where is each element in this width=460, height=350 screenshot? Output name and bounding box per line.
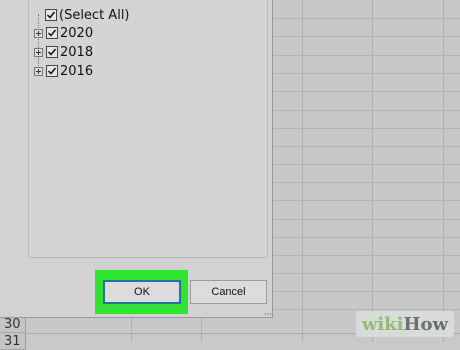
cancel-button[interactable]: Cancel bbox=[190, 280, 267, 304]
tree-item-label: (Select All) bbox=[59, 7, 130, 23]
watermark-how: How bbox=[403, 313, 448, 335]
row-divider bbox=[272, 36, 460, 37]
row-divider bbox=[272, 110, 460, 111]
row-divider bbox=[272, 164, 460, 165]
row-divider bbox=[272, 291, 460, 292]
row-divider bbox=[272, 73, 460, 74]
resize-grip-icon[interactable]: ⠠⠤ bbox=[262, 310, 272, 317]
check-icon bbox=[46, 11, 56, 19]
row-divider bbox=[272, 237, 460, 238]
select-all-checkbox[interactable] bbox=[45, 9, 57, 21]
tree-item-label: 2016 bbox=[60, 63, 94, 79]
tree-item-2020[interactable]: 2020 bbox=[34, 24, 93, 42]
row-divider bbox=[272, 55, 460, 56]
year-2016-checkbox[interactable] bbox=[46, 65, 58, 77]
row-divider bbox=[272, 219, 460, 220]
row-header-30[interactable]: 30 bbox=[0, 316, 26, 333]
tree-item-label: 2020 bbox=[60, 25, 94, 41]
filter-dialog: (Select All) 2020 2018 2016 OK Cancel ⠠⠤ bbox=[0, 0, 273, 318]
expand-plus-icon[interactable] bbox=[34, 47, 43, 57]
row-divider bbox=[272, 128, 460, 129]
row-divider bbox=[272, 18, 460, 19]
watermark-wiki: wiki bbox=[361, 313, 404, 335]
tree-item-2016[interactable]: 2016 bbox=[34, 62, 93, 80]
row-divider bbox=[272, 273, 460, 274]
row-divider bbox=[272, 91, 460, 92]
tree-item-2018[interactable]: 2018 bbox=[34, 43, 93, 61]
row-divider bbox=[272, 182, 460, 183]
row-divider bbox=[272, 200, 460, 201]
row-divider bbox=[272, 146, 460, 147]
tree-item-select-all[interactable]: (Select All) bbox=[45, 6, 130, 24]
row-divider bbox=[272, 255, 460, 256]
row-divider bbox=[272, 309, 460, 310]
ok-button[interactable]: OK bbox=[103, 280, 181, 304]
tree-item-label: 2018 bbox=[60, 44, 94, 60]
year-2020-checkbox[interactable] bbox=[46, 27, 58, 39]
check-icon bbox=[47, 48, 57, 56]
expand-plus-icon[interactable] bbox=[34, 28, 43, 38]
check-icon bbox=[47, 29, 57, 37]
check-icon bbox=[47, 67, 57, 75]
year-2018-checkbox[interactable] bbox=[46, 46, 58, 58]
wikihow-watermark: wiki How bbox=[355, 311, 454, 337]
expand-plus-icon[interactable] bbox=[34, 66, 43, 76]
